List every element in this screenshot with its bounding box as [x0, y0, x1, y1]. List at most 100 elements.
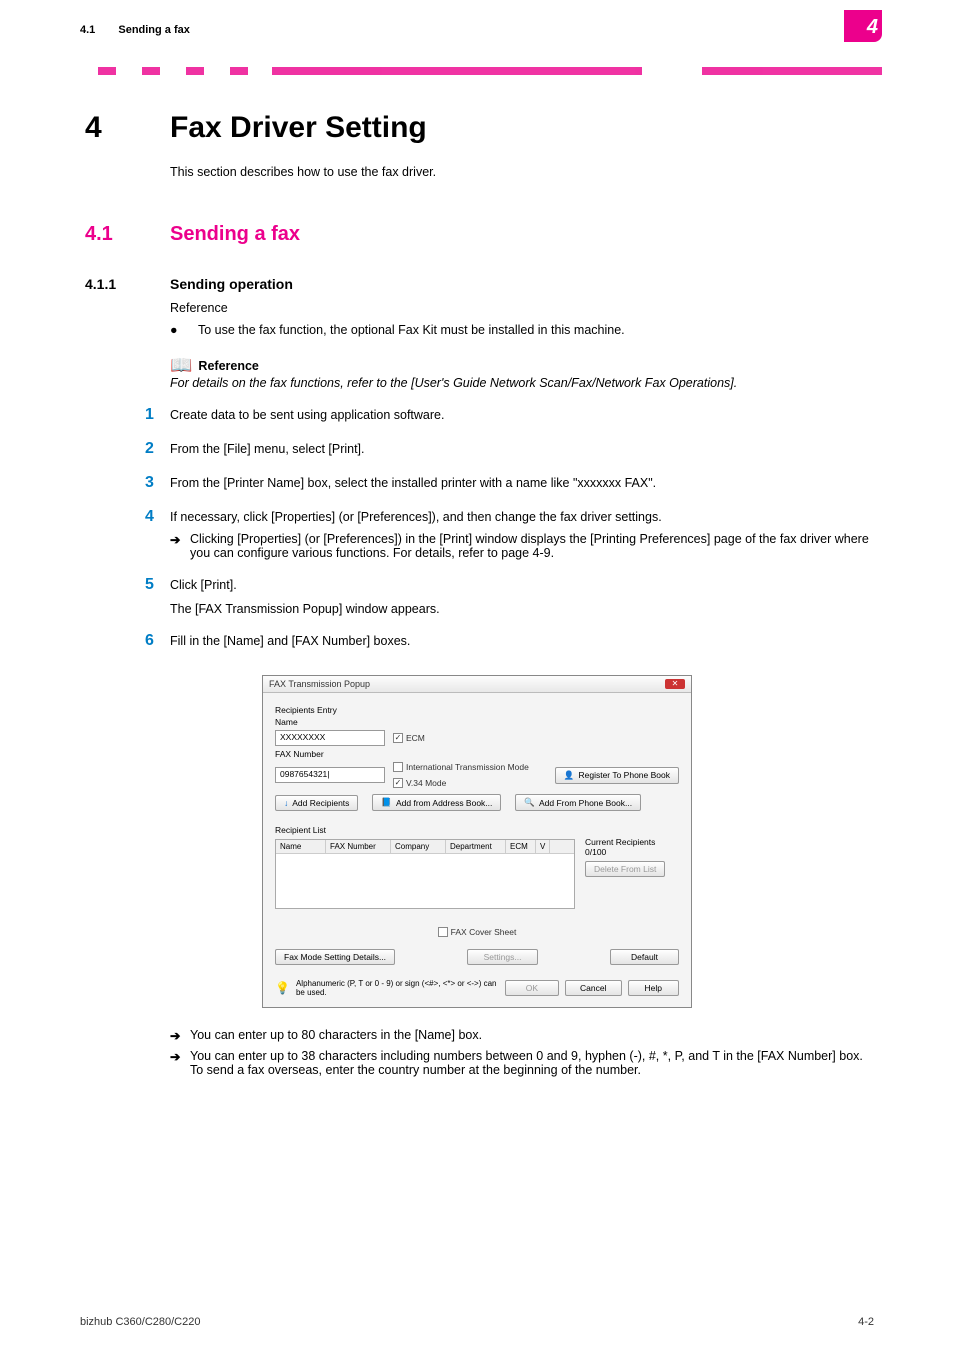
col-name: Name	[276, 840, 326, 853]
chapter-number-badge: 4	[844, 10, 882, 42]
lightbulb-icon: 💡	[275, 981, 290, 995]
chapter-title: Fax Driver Setting	[170, 111, 427, 144]
down-arrow-icon: ↓	[284, 798, 288, 808]
step-number: 5	[145, 576, 170, 594]
col-v: V	[536, 840, 550, 853]
reference-bullet-text: To use the fax function, the optional Fa…	[198, 322, 625, 340]
help-button[interactable]: Help	[628, 980, 679, 996]
substep-text: Clicking [Properties] (or [Preferences])…	[190, 532, 869, 560]
person-icon: 👤	[564, 770, 575, 781]
header-section-title: Sending a fax	[118, 24, 190, 36]
add-recipients-button[interactable]: ↓Add Recipients	[275, 795, 358, 811]
col-ecm: ECM	[506, 840, 536, 853]
chapter-intro: This section describes how to use the fa…	[170, 165, 869, 179]
note-text: You can enter up to 80 characters in the…	[190, 1028, 869, 1043]
add-from-phone-book-button[interactable]: 🔍Add From Phone Book...	[515, 794, 641, 811]
fax-number-label: FAX Number	[275, 749, 679, 759]
name-label: Name	[275, 717, 679, 727]
chapter-number: 4	[85, 111, 170, 145]
step-2: 2 From the [File] menu, select [Print].	[145, 440, 869, 458]
step-text: From the [File] menu, select [Print].	[170, 442, 869, 456]
arrow-icon: ➔	[170, 532, 190, 560]
fax-number-input[interactable]: 0987654321|	[275, 767, 385, 783]
bullet-icon: ●	[170, 322, 198, 340]
post-note-a: ➔ You can enter up to 80 characters in t…	[170, 1028, 869, 1043]
step-number: 4	[145, 508, 170, 526]
book-icon: 📘	[381, 797, 392, 808]
intl-mode-label: International Transmission Mode	[406, 762, 529, 772]
step-text: Click [Print].	[170, 578, 869, 592]
section-heading: 4.1Sending a fax	[85, 223, 869, 246]
current-recipients-count: Current Recipients 0/100	[585, 837, 679, 857]
step-5: 5 Click [Print]. The [FAX Transmission P…	[145, 576, 869, 616]
step-number: 6	[145, 632, 170, 650]
recipient-table[interactable]: Name FAX Number Company Department ECM V	[275, 839, 575, 909]
step-text: From the [Printer Name] box, select the …	[170, 476, 869, 490]
step-after-text: The [FAX Transmission Popup] window appe…	[170, 602, 869, 616]
reference-box-body: For details on the fax functions, refer …	[170, 376, 869, 390]
tip-text: Alphanumeric (P, T or 0 - 9) or sign (<#…	[296, 979, 499, 997]
step-6: 6 Fill in the [Name] and [FAX Number] bo…	[145, 632, 869, 650]
register-phone-book-button[interactable]: 👤Register To Phone Book	[555, 767, 679, 784]
header-section-number: 4.1	[80, 24, 95, 36]
intl-mode-checkbox[interactable]: International Transmission Mode	[393, 762, 529, 772]
post-note-b: ➔ You can enter up to 38 characters incl…	[170, 1049, 869, 1077]
add-from-address-book-button[interactable]: 📘Add from Address Book...	[372, 794, 501, 811]
step-text: Fill in the [Name] and [FAX Number] boxe…	[170, 634, 869, 648]
cancel-button[interactable]: Cancel	[565, 980, 621, 996]
arrow-icon: ➔	[170, 1049, 190, 1077]
subsection-heading: 4.1.1Sending operation	[85, 276, 869, 292]
reference-box-heading: 📖 Reference	[170, 355, 869, 376]
step-text: If necessary, click [Properties] (or [Pr…	[170, 510, 869, 524]
v34-label: V.34 Mode	[406, 778, 446, 788]
steps-list: 1 Create data to be sent using applicati…	[145, 406, 869, 650]
reference-label: Reference	[170, 300, 869, 318]
step-number: 3	[145, 474, 170, 492]
recipient-list-label: Recipient List	[275, 825, 679, 835]
step-text: Create data to be sent using application…	[170, 408, 869, 422]
book-icon: 📖	[170, 355, 192, 376]
col-company: Company	[391, 840, 446, 853]
reference-bullet-row: ● To use the fax function, the optional …	[170, 322, 869, 340]
section-title: Sending a fax	[170, 223, 300, 245]
note-text: You can enter up to 38 characters includ…	[190, 1049, 869, 1077]
col-department: Department	[446, 840, 506, 853]
dialog-title-text: FAX Transmission Popup	[269, 679, 370, 689]
close-icon[interactable]: ✕	[665, 679, 685, 689]
footer-right: 4-2	[858, 1316, 874, 1328]
search-icon: 🔍	[524, 797, 535, 808]
ecm-checkbox[interactable]: ✓ECM	[393, 733, 425, 743]
recipients-entry-label: Recipients Entry	[275, 705, 679, 715]
reference-heading-text: Reference	[198, 359, 258, 373]
page-footer: bizhub C360/C280/C220 4-2	[80, 1316, 874, 1328]
page-content: 4Fax Driver Setting This section describ…	[0, 111, 954, 1077]
default-button[interactable]: Default	[610, 949, 679, 965]
col-fax-number: FAX Number	[326, 840, 391, 853]
ecm-label: ECM	[406, 733, 425, 743]
fax-mode-details-button[interactable]: Fax Mode Setting Details...	[275, 949, 395, 965]
cover-sheet-label: FAX Cover Sheet	[451, 927, 517, 937]
step-number: 2	[145, 440, 170, 458]
fax-dialog: FAX Transmission Popup ✕ Recipients Entr…	[262, 675, 692, 1008]
decorative-bar	[72, 67, 882, 75]
step-number: 1	[145, 406, 170, 424]
cover-sheet-checkbox[interactable]: FAX Cover Sheet	[438, 927, 517, 937]
step-4: 4 If necessary, click [Properties] (or […	[145, 508, 869, 526]
dialog-titlebar: FAX Transmission Popup ✕	[263, 676, 691, 693]
arrow-icon: ➔	[170, 1028, 190, 1043]
v34-checkbox[interactable]: ✓V.34 Mode	[393, 778, 446, 788]
running-header: 4.1 Sending a fax	[80, 24, 874, 36]
subsection-title: Sending operation	[170, 276, 293, 292]
delete-from-list-button[interactable]: Delete From List	[585, 861, 665, 877]
name-input[interactable]: XXXXXXXX	[275, 730, 385, 746]
chapter-heading: 4Fax Driver Setting	[85, 111, 869, 145]
ok-button[interactable]: OK	[505, 980, 559, 996]
page-header: 4.1 Sending a fax 4	[0, 0, 954, 55]
step-3: 3 From the [Printer Name] box, select th…	[145, 474, 869, 492]
settings-button[interactable]: Settings...	[467, 949, 539, 965]
subsection-number: 4.1.1	[85, 276, 170, 292]
step-4-sub: ➔ Clicking [Properties] (or [Preferences…	[170, 532, 869, 560]
table-header: Name FAX Number Company Department ECM V	[276, 840, 574, 854]
step-1: 1 Create data to be sent using applicati…	[145, 406, 869, 424]
section-number: 4.1	[85, 223, 170, 246]
